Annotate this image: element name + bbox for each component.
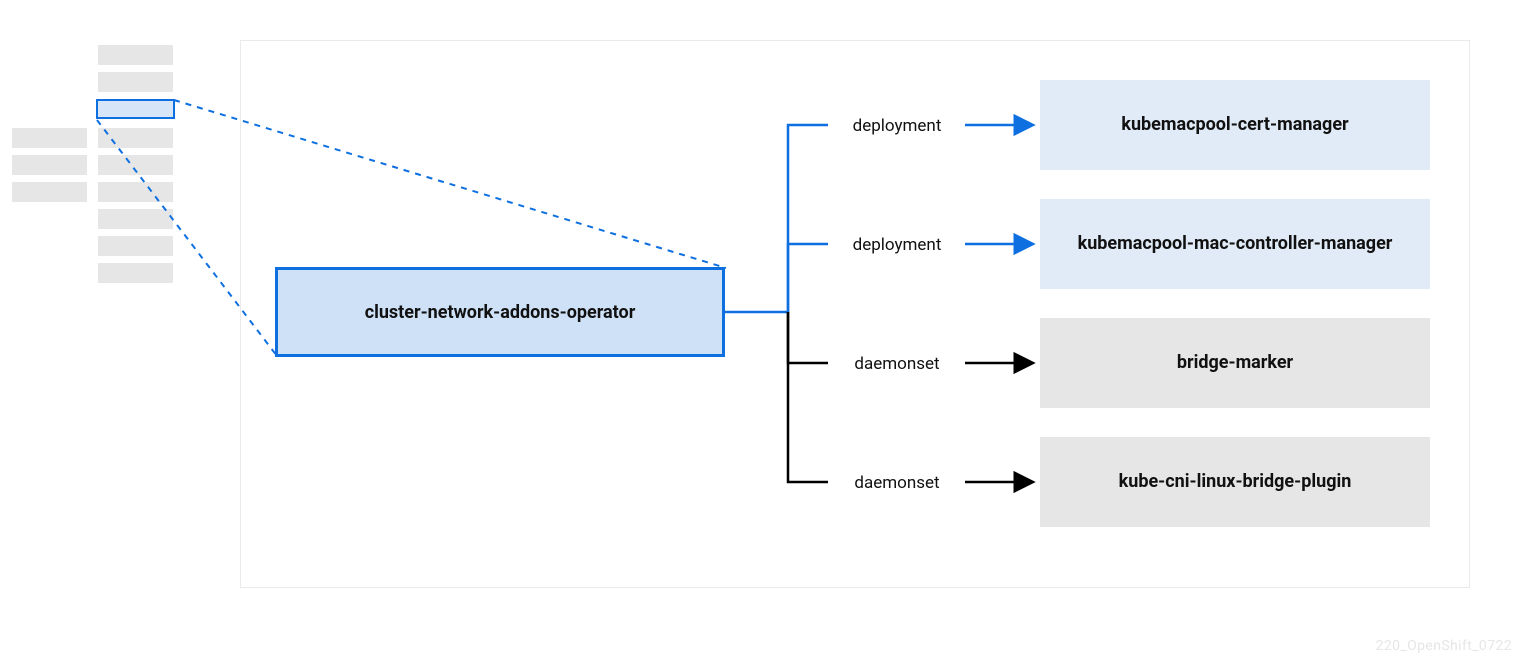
mini-map-row xyxy=(98,236,173,256)
mini-map-row xyxy=(98,263,173,283)
edge-label-deployment: deployment xyxy=(832,235,962,255)
mini-map-row xyxy=(98,155,173,175)
mini-map-row xyxy=(98,182,173,202)
edge-label-deployment: deployment xyxy=(832,116,962,136)
mini-map-row xyxy=(98,45,173,65)
operator-box: cluster-network-addons-operator xyxy=(275,267,725,357)
mini-map-row xyxy=(12,182,87,202)
watermark: 220_OpenShift_0722 xyxy=(1376,638,1512,654)
mini-map-row xyxy=(12,155,87,175)
edge-label-daemonset: daemonset xyxy=(832,354,962,374)
child-box-kubemacpool-cert-manager: kubemacpool-cert-manager xyxy=(1040,80,1430,170)
child-box-kube-cni-linux-bridge-plugin: kube-cni-linux-bridge-plugin xyxy=(1040,437,1430,527)
mini-map-row xyxy=(98,128,173,148)
mini-map-row-selected xyxy=(96,99,175,119)
mini-map-row xyxy=(98,72,173,92)
edge-label-daemonset: daemonset xyxy=(832,473,962,493)
child-box-bridge-marker: bridge-marker xyxy=(1040,318,1430,408)
child-box-kubemacpool-mac-controller-manager: kubemacpool-mac-controller-manager xyxy=(1040,199,1430,289)
mini-map-row xyxy=(98,209,173,229)
mini-map-row xyxy=(12,128,87,148)
